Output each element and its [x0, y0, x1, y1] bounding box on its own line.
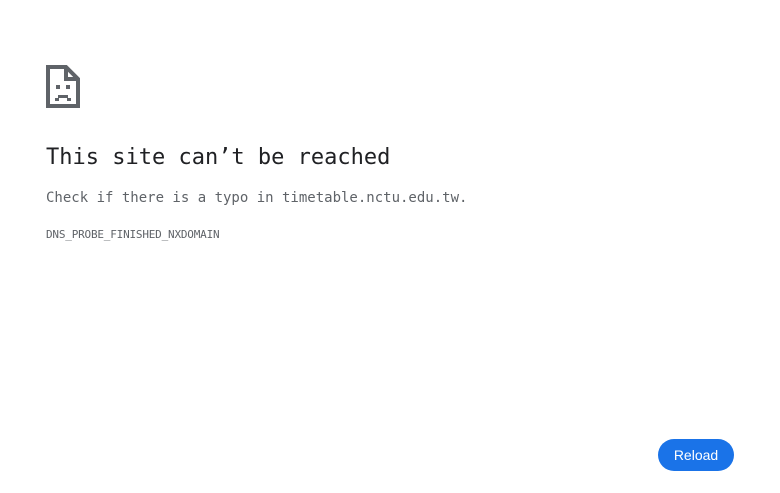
error-title: This site can’t be reached	[46, 145, 391, 170]
sad-page-icon	[46, 65, 80, 108]
error-code[interactable]: DNS_PROBE_FINISHED_NXDOMAIN	[46, 227, 220, 243]
reload-button[interactable]: Reload	[658, 439, 734, 471]
error-message: Check if there is a typo in timetable.nc…	[46, 190, 468, 206]
